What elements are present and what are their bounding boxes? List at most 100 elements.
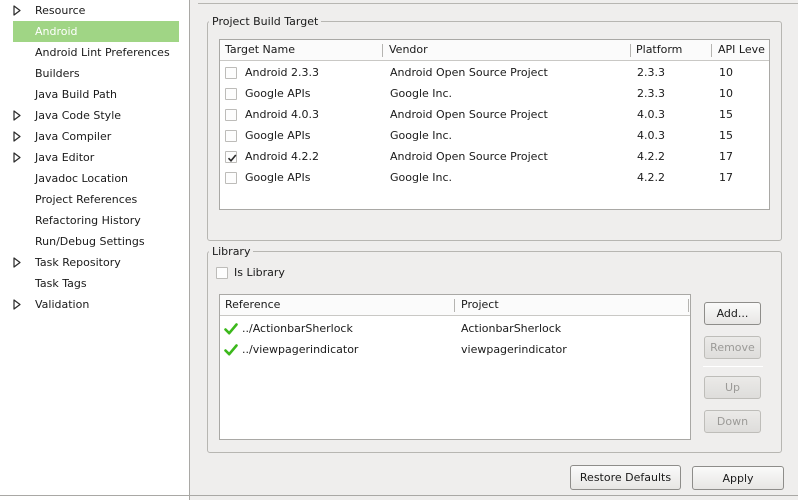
target-checkbox[interactable] — [225, 151, 237, 163]
sidebar-item-java-compiler[interactable]: Java Compiler — [13, 126, 179, 147]
expand-triangle-icon[interactable] — [12, 299, 22, 310]
expand-triangle-icon[interactable] — [12, 5, 22, 16]
sidebar-item-java-build-path[interactable]: Java Build Path — [13, 84, 179, 105]
cell-name: Google APIs — [245, 129, 311, 142]
column-header-project[interactable]: Project — [456, 295, 686, 315]
column-header-platform[interactable]: Platform — [631, 40, 710, 60]
is-library-checkbox[interactable] — [216, 267, 228, 279]
sidebar-item-label: Android Lint Preferences — [35, 46, 170, 59]
cell-platform: 4.2.2 — [637, 150, 665, 163]
sidebar-item-label: Task Repository — [35, 256, 121, 269]
table-row[interactable]: Google APIs Google Inc. 4.2.2 17 — [220, 167, 769, 188]
sidebar-item-java-editor[interactable]: Java Editor — [13, 147, 179, 168]
cell-api: 15 — [719, 108, 733, 121]
sidebar-item-label: Java Compiler — [35, 130, 112, 143]
remove-library-button[interactable]: Remove — [704, 336, 761, 359]
column-header-vendor[interactable]: Vendor — [384, 40, 630, 60]
library-title: Library — [209, 245, 254, 258]
apply-button[interactable]: Apply — [692, 466, 784, 490]
cell-api: 10 — [719, 66, 733, 79]
table-row[interactable]: Google APIs Google Inc. 2.3.3 10 — [220, 83, 769, 104]
cell-platform: 4.0.3 — [637, 108, 665, 121]
cell-reference: ../viewpagerindicator — [242, 343, 359, 356]
sidebar-item-project-references[interactable]: Project References — [13, 189, 179, 210]
library-table[interactable]: Reference Project ../ActionbarSherlock Ac… — [219, 294, 691, 440]
cell-vendor: Google Inc. — [390, 87, 453, 100]
sidebar-item-label: Resource — [35, 4, 86, 17]
sidebar-item-resource[interactable]: Resource — [13, 0, 179, 21]
sidebar-item-android-lint-preferences[interactable]: Android Lint Preferences — [13, 42, 179, 63]
sidebar-item-label: Builders — [35, 67, 80, 80]
target-checkbox[interactable] — [225, 172, 237, 184]
table-row[interactable]: Android 2.3.3 Android Open Source Project… — [220, 62, 769, 83]
sidebar-item-label: Run/Debug Settings — [35, 235, 145, 248]
cell-platform: 2.3.3 — [637, 87, 665, 100]
sidebar-item-javadoc-location[interactable]: Javadoc Location — [13, 168, 179, 189]
library-buttons-separator — [703, 366, 763, 367]
is-library-checkbox-row[interactable]: Is Library — [216, 265, 336, 281]
sidebar-item-android[interactable]: Android — [13, 21, 179, 42]
expand-triangle-icon[interactable] — [12, 152, 22, 163]
cell-reference: ../ActionbarSherlock — [242, 322, 353, 335]
cell-vendor: Android Open Source Project — [390, 150, 548, 163]
status-ok-checkmark-icon — [224, 322, 238, 336]
target-checkbox[interactable] — [225, 109, 237, 121]
project-properties-dialog: Resource Android Android Lint Preferences B… — [0, 0, 798, 500]
expand-triangle-icon[interactable] — [12, 131, 22, 142]
column-separator[interactable] — [688, 299, 689, 312]
target-checkbox[interactable] — [225, 67, 237, 79]
sidebar-item-label: Validation — [35, 298, 90, 311]
is-library-label: Is Library — [234, 266, 285, 279]
move-down-button[interactable]: Down — [704, 410, 761, 433]
sidebar-item-label: Task Tags — [35, 277, 87, 290]
table-row[interactable]: Android 4.0.3 Android Open Source Project… — [220, 104, 769, 125]
library-header: Reference Project — [220, 295, 690, 316]
expand-triangle-icon[interactable] — [12, 257, 22, 268]
column-separator[interactable] — [454, 299, 455, 312]
sidebar-item-run-debug-settings[interactable]: Run/Debug Settings — [13, 231, 179, 252]
cell-vendor: Google Inc. — [390, 171, 453, 184]
table-row[interactable]: ../ActionbarSherlock ActionbarSherlock — [220, 318, 690, 339]
sidebar-item-label: Java Code Style — [35, 109, 122, 122]
properties-sidebar: Resource Android Android Lint Preferences B… — [0, 0, 190, 500]
expand-triangle-icon[interactable] — [12, 110, 22, 121]
build-target-header: Target Name Vendor Platform API Leve — [220, 40, 769, 61]
column-header-reference[interactable]: Reference — [220, 295, 453, 315]
top-separator — [198, 0, 798, 4]
build-target-table[interactable]: Target Name Vendor Platform API Leve And… — [219, 39, 770, 210]
column-header-api-level[interactable]: API Leve — [713, 40, 769, 60]
cell-platform: 4.2.2 — [637, 171, 665, 184]
cell-api: 17 — [719, 150, 733, 163]
add-library-button[interactable]: Add... — [704, 302, 761, 325]
cell-vendor: Google Inc. — [390, 129, 453, 142]
cell-vendor: Android Open Source Project — [390, 108, 548, 121]
cell-project: ActionbarSherlock — [461, 322, 562, 335]
sidebar-item-validation[interactable]: Validation — [13, 294, 179, 315]
cell-platform: 2.3.3 — [637, 66, 665, 79]
cell-project: viewpagerindicator — [461, 343, 567, 356]
sidebar-item-task-repository[interactable]: Task Repository — [13, 252, 179, 273]
table-row[interactable]: ../viewpagerindicator viewpagerindicator — [220, 339, 690, 360]
sidebar-item-java-code-style[interactable]: Java Code Style — [13, 105, 179, 126]
sidebar-item-refactoring-history[interactable]: Refactoring History — [13, 210, 179, 231]
move-up-button[interactable]: Up — [704, 376, 761, 399]
sidebar-item-label: Refactoring History — [35, 214, 141, 227]
sidebar-item-builders[interactable]: Builders — [13, 63, 179, 84]
cell-api: 10 — [719, 87, 733, 100]
table-row[interactable]: Android 4.2.2 Android Open Source Project… — [220, 146, 769, 167]
restore-defaults-button[interactable]: Restore Defaults — [570, 465, 681, 490]
status-ok-checkmark-icon — [224, 343, 238, 357]
sidebar-item-label: Project References — [35, 193, 138, 206]
target-checkbox[interactable] — [225, 130, 237, 142]
target-checkbox[interactable] — [225, 88, 237, 100]
cell-name: Android 2.3.3 — [245, 66, 320, 79]
cell-name: Android 4.2.2 — [245, 150, 320, 163]
column-separator[interactable] — [711, 44, 712, 57]
column-separator[interactable] — [382, 44, 383, 57]
sidebar-item-task-tags[interactable]: Task Tags — [13, 273, 179, 294]
cell-api: 17 — [719, 171, 733, 184]
column-header-target-name[interactable]: Target Name — [220, 40, 382, 60]
table-row[interactable]: Google APIs Google Inc. 4.0.3 15 — [220, 125, 769, 146]
cell-name: Google APIs — [245, 171, 311, 184]
cell-api: 15 — [719, 129, 733, 142]
